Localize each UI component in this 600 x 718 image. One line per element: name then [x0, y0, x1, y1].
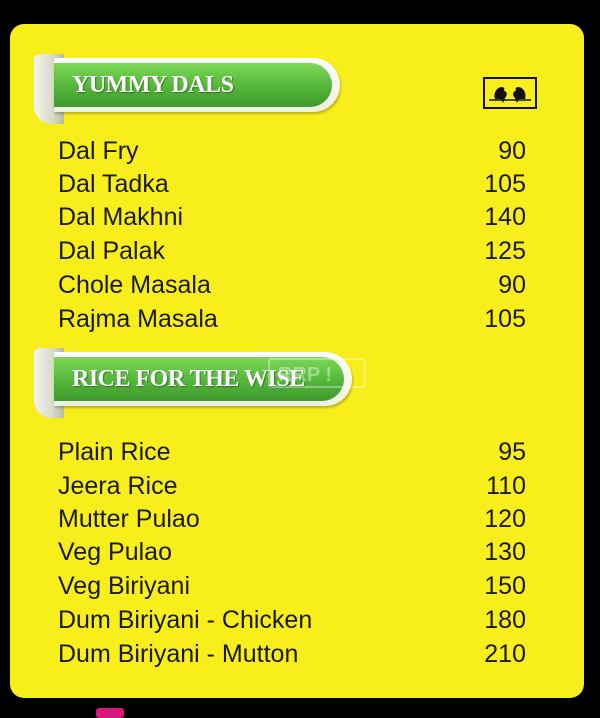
item-name: Mutter Pulao [58, 505, 200, 533]
watermark: RRP ! [268, 358, 366, 388]
item-price: 150 [484, 572, 526, 600]
section-banner-dals: YUMMY DALS [34, 54, 340, 124]
item-price: 90 [498, 137, 526, 165]
item-price: 140 [484, 203, 526, 231]
item-name: Veg Biriyani [58, 572, 191, 600]
list-item: Plain Rice 95 [58, 438, 526, 471]
list-item: Veg Pulao 130 [58, 538, 526, 571]
section-title: YUMMY DALS [72, 72, 234, 98]
item-price: 210 [484, 640, 526, 668]
list-item: Mutter Pulao 120 [58, 505, 526, 538]
decorative-mark [96, 708, 124, 718]
item-name: Dal Makhni [58, 203, 184, 231]
item-price: 125 [484, 237, 526, 265]
item-name: Rajma Masala [58, 305, 218, 333]
list-item: Dum Biriyani - Chicken 180 [58, 606, 526, 639]
item-name: Dum Biriyani - Chicken [58, 606, 313, 634]
list-item: Dal Fry 90 [58, 137, 526, 170]
item-name: Dal Fry [58, 137, 139, 165]
item-price: 130 [484, 538, 526, 566]
list-item: Dum Biriyani - Mutton 210 [58, 640, 526, 673]
list-item: Dal Tadka 105 [58, 170, 526, 203]
item-price: 105 [484, 170, 526, 198]
item-price: 110 [486, 472, 526, 500]
item-name: Jeera Rice [58, 472, 178, 500]
item-price: 120 [484, 505, 526, 533]
item-name: Dal Palak [58, 237, 165, 265]
item-name: Chole Masala [58, 271, 211, 299]
list-item: Rajma Masala 105 [58, 305, 526, 338]
item-name: Veg Pulao [58, 538, 172, 566]
item-name: Dal Tadka [58, 170, 169, 198]
item-price: 180 [484, 606, 526, 634]
item-name: Dum Biriyani - Mutton [58, 640, 299, 668]
item-price: 90 [498, 271, 526, 299]
list-item: Veg Biriyani 150 [58, 572, 526, 605]
item-price: 95 [498, 438, 526, 466]
list-item: Jeera Rice 110 [58, 472, 526, 505]
list-item: Chole Masala 90 [58, 271, 526, 304]
list-item: Dal Palak 125 [58, 237, 526, 270]
birds-logo-icon [483, 77, 537, 109]
list-item: Dal Makhni 140 [58, 203, 526, 236]
item-price: 105 [484, 305, 526, 333]
item-name: Plain Rice [58, 438, 171, 466]
